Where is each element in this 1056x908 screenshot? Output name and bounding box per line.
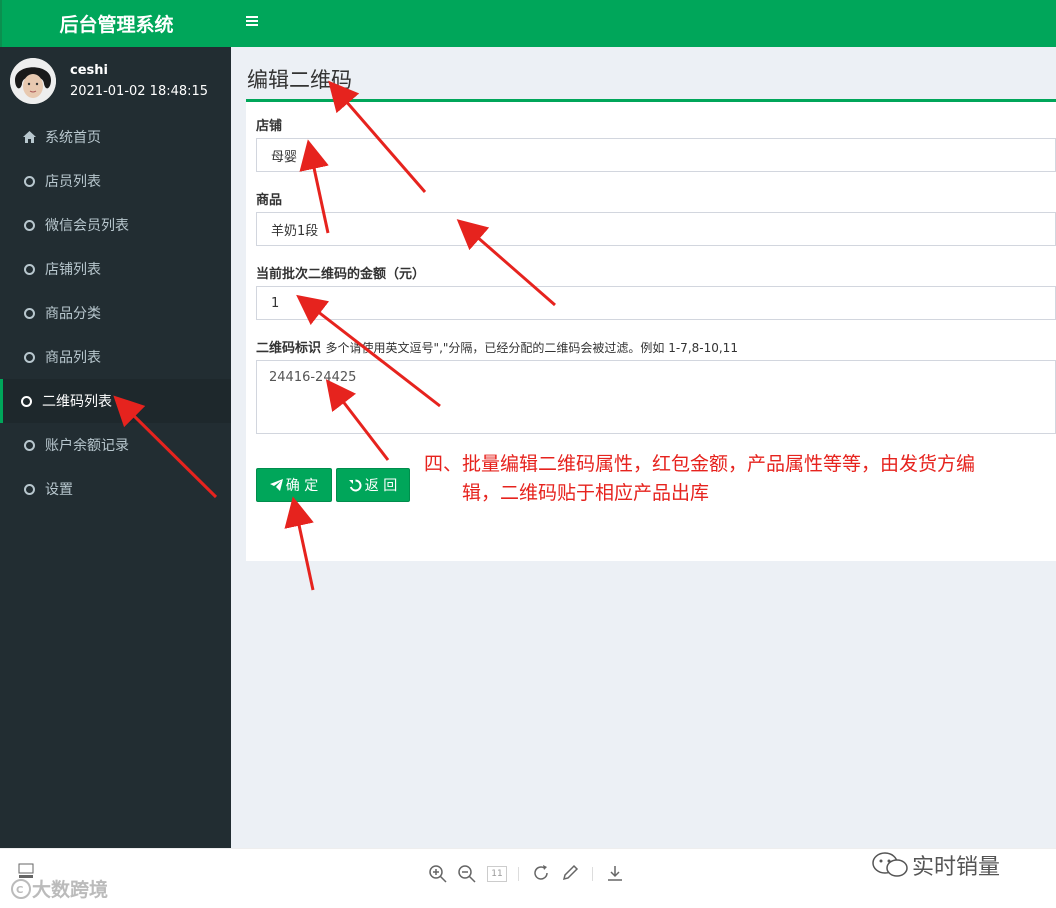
qrcode-label-text: 二维码标识 [256,341,322,356]
sidebar-item-label: 微信会员列表 [45,218,129,234]
home-icon [21,129,37,145]
zoom-out-icon[interactable] [457,864,477,884]
sidebar-item-products[interactable]: 商品列表 [0,335,231,379]
edit-pencil-icon[interactable] [561,864,581,884]
watermark-left-text: 大数跨境 [32,879,109,901]
watermark-right-text: 实时销量 [912,855,1001,880]
circle-icon [21,173,37,189]
app-logo-title[interactable]: 后台管理系统 [0,0,231,47]
user-name: ceshi [70,63,108,78]
send-icon [269,479,283,491]
sidebar-item-clerks[interactable]: 店员列表 [0,159,231,203]
download-icon[interactable] [606,864,626,884]
annotation-line-1: 四、批量编辑二维码属性，红包金额，产品属性等等，由发货方编 [424,453,976,475]
page-title: 编辑二维码 [247,68,352,92]
circle-icon [21,481,37,497]
sidebar-item-home[interactable]: 系统首页 [0,115,231,159]
qrcode-label: 二维码标识 多个请使用英文逗号","分隔，已经分配的二维码会被过滤。例如 1-7… [256,337,738,356]
sidebar-item-label: 设置 [45,482,73,498]
actual-size-icon[interactable]: 11 [487,866,507,882]
rotate-icon[interactable] [532,864,552,884]
product-select[interactable]: 羊奶1段 [256,212,1056,246]
amount-label: 当前批次二维码的金额（元） [256,267,426,282]
menu-toggle-icon[interactable] [246,14,260,30]
sidebar-item-settings[interactable]: 设置 [0,467,231,511]
sidebar-item-label: 店员列表 [45,174,101,190]
avatar [10,58,56,104]
sidebar: 后台管理系统 ceshi 2021-01-02 18:48:15 系统首页 店员… [0,0,231,848]
circle-icon [21,305,37,321]
watermark-left: C 大数跨境 [10,875,108,902]
svg-text:C: C [16,885,23,896]
image-viewer-toolbar: C 大数跨境 11 实时销量 [0,848,1056,908]
sidebar-item-wechat-members[interactable]: 微信会员列表 [0,203,231,247]
sidebar-item-label: 店铺列表 [45,262,101,278]
sidebar-item-balance-records[interactable]: 账户余额记录 [0,423,231,467]
toolbar-divider [592,867,593,881]
confirm-button[interactable]: 确 定 [256,468,332,502]
sidebar-item-product-categories[interactable]: 商品分类 [0,291,231,335]
user-info: ceshi 2021-01-02 18:48:15 [70,63,208,99]
sidebar-item-label: 商品分类 [45,306,101,322]
user-login-time: 2021-01-02 18:48:15 [70,84,209,99]
shop-select[interactable]: 母婴 [256,138,1056,172]
confirm-button-label: 确 定 [285,478,319,494]
qrcode-hint: 多个请使用英文逗号","分隔，已经分配的二维码会被过滤。例如 1-7,8-10,… [325,341,738,355]
toolbar-divider [518,867,519,881]
back-button[interactable]: 返 回 [336,468,410,502]
circle-icon [21,349,37,365]
circle-icon [21,261,37,277]
sidebar-item-label: 商品列表 [45,350,101,366]
zoom-in-icon[interactable] [428,864,448,884]
app-window: 后台管理系统 ceshi 2021-01-02 18:48:15 系统首页 店员… [0,0,1056,848]
amount-input[interactable]: 1 [256,286,1056,320]
circle-icon [21,217,37,233]
circle-icon [18,393,34,409]
sidebar-item-shops[interactable]: 店铺列表 [0,247,231,291]
qrcode-textarea[interactable]: 24416-24425 [256,360,1056,434]
top-header [231,0,1056,47]
annotation-line-2: 辑，二维码贴于相应产品出库 [462,482,710,504]
back-button-label: 返 回 [364,478,398,494]
sidebar-item-label: 二维码列表 [42,394,112,410]
shop-label: 店铺 [256,119,283,134]
main-content: 编辑二维码 店铺 母婴 商品 羊奶1段 当前批次二维码的金额（元） 1 二维码标… [231,47,1056,848]
undo-icon [348,478,362,492]
sidebar-menu: 系统首页 店员列表 微信会员列表 店铺列表 商品分类 商品列表 二维码列表 账户… [0,115,231,511]
product-label: 商品 [256,193,283,208]
user-panel: ceshi 2021-01-02 18:48:15 [0,47,231,115]
sidebar-item-label: 系统首页 [45,130,101,146]
watermark-right: 实时销量 [870,849,1000,881]
sidebar-item-label: 账户余额记录 [45,438,129,454]
circle-icon [21,437,37,453]
sidebar-item-qrcodes[interactable]: 二维码列表 [0,379,231,423]
